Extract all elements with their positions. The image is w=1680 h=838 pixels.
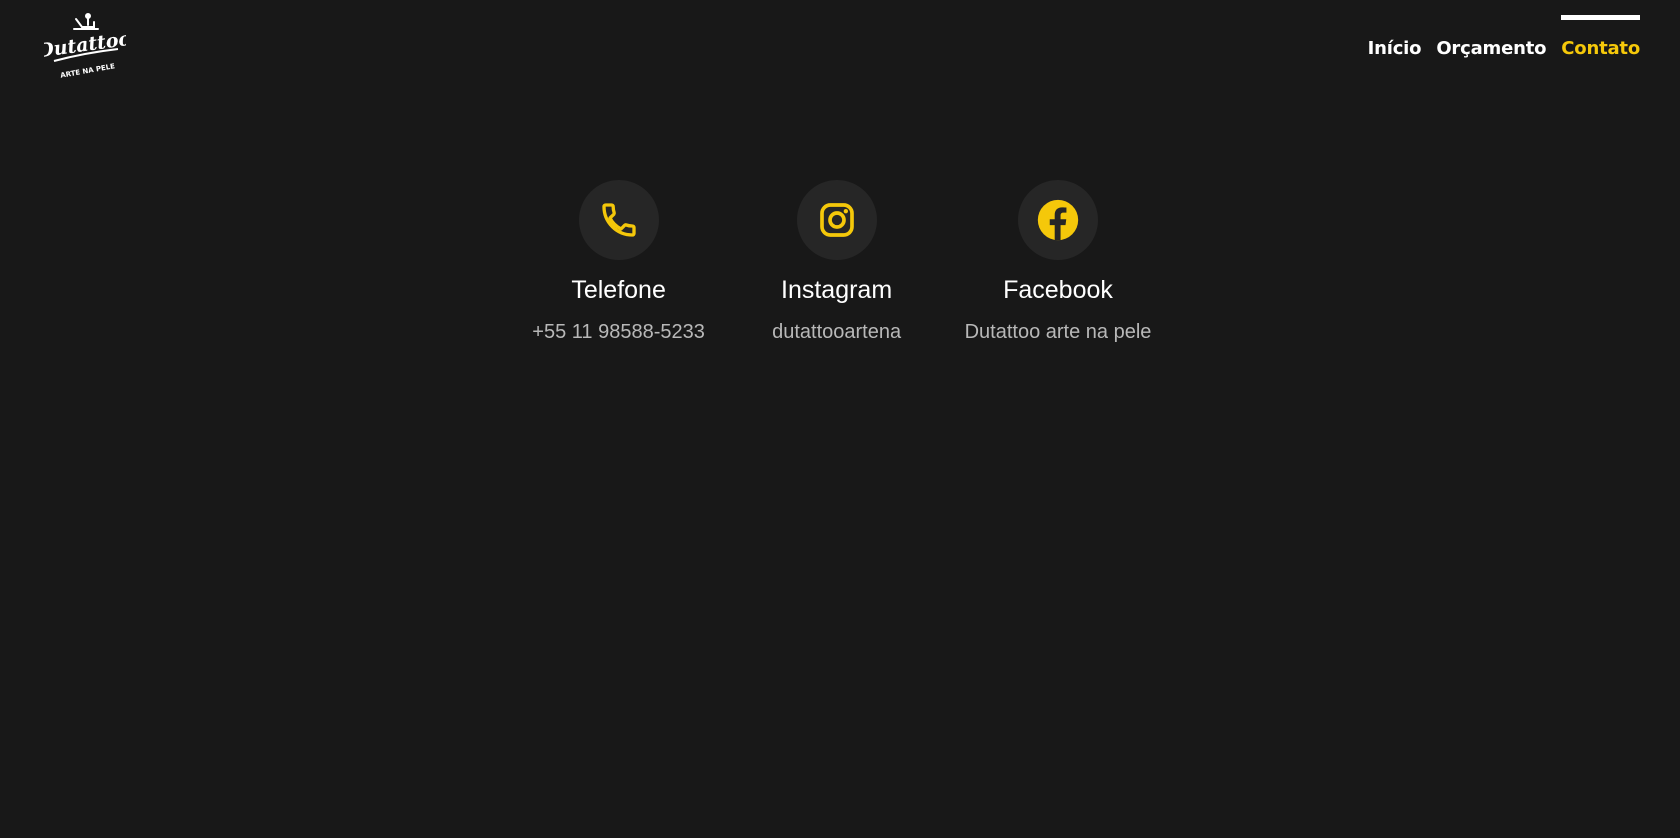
contact-title: Telefone bbox=[571, 276, 666, 304]
instagram-icon-circle bbox=[796, 180, 877, 260]
contact-list: Telefone +55 11 98588-5233 Instagram dut… bbox=[0, 180, 1680, 345]
tattoo-machine-icon: Dutattoo ARTE NA PELE bbox=[44, 13, 126, 80]
instagram-icon bbox=[819, 203, 854, 237]
phone-icon-circle bbox=[578, 180, 659, 260]
contact-title: Instagram bbox=[781, 276, 893, 304]
logo-tagline: ARTE NA PELE bbox=[60, 62, 116, 80]
contact-title: Facebook bbox=[1003, 276, 1113, 304]
nav-item-inicio[interactable]: Início bbox=[1368, 0, 1422, 59]
contact-value: Dutattoo arte na pele bbox=[964, 321, 1152, 343]
contact-instagram[interactable]: Instagram dutattooartena bbox=[747, 180, 927, 345]
dutattoo-logo[interactable]: Dutattoo ARTE NA PELE bbox=[44, 13, 126, 85]
facebook-icon bbox=[1037, 199, 1079, 241]
main-nav: Início Orçamento Contato bbox=[1353, 0, 1640, 100]
contact-telefone[interactable]: Telefone +55 11 98588-5233 bbox=[529, 180, 709, 345]
contact-facebook[interactable]: Facebook Dutattoo arte na pele bbox=[964, 180, 1152, 345]
nav-item-contato[interactable]: Contato bbox=[1561, 0, 1640, 59]
nav-item-orcamento[interactable]: Orçamento bbox=[1436, 0, 1546, 59]
contact-value: dutattooartena bbox=[772, 321, 902, 343]
contact-value: +55 11 98588-5233 bbox=[532, 321, 705, 343]
facebook-icon-circle bbox=[1017, 180, 1098, 260]
logo-wordmark: Dutattoo bbox=[44, 28, 126, 63]
phone-icon bbox=[601, 203, 636, 237]
contact-page: Dutattoo ARTE NA PELE Início Orçamento C… bbox=[0, 0, 1680, 838]
